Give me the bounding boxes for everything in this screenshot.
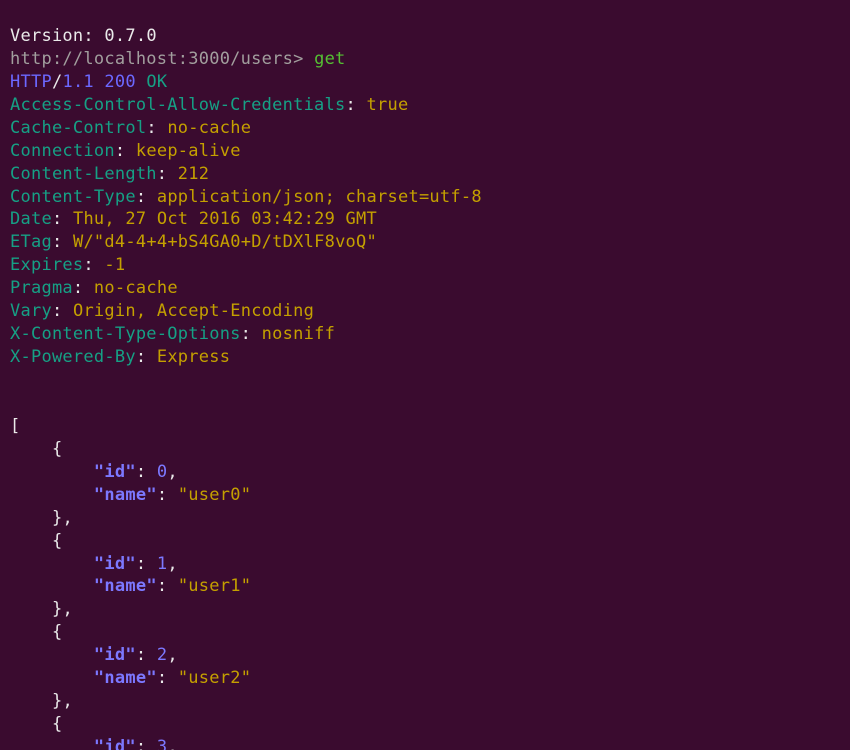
h11-value: Express: [157, 347, 230, 367]
line-h9: Vary: Origin, Accept-Encoding: [10, 301, 314, 321]
status-slash: /: [52, 72, 63, 92]
h2-name: Connection: [10, 141, 115, 161]
status-code: 200: [104, 72, 135, 92]
h8-value: no-cache: [94, 278, 178, 298]
brace-close: }: [52, 508, 63, 528]
key-name: "name": [94, 485, 157, 505]
status-proto: HTTP: [10, 72, 52, 92]
h6-name: ETag: [10, 232, 52, 252]
json-open-bracket: [: [10, 416, 21, 436]
brace-open: {: [52, 439, 63, 459]
h4-value: application/json; charset=utf-8: [157, 187, 482, 207]
blank-line: [10, 370, 21, 390]
json-item-0: { "id": 0, "name": "user0" },: [10, 439, 251, 528]
line-h10: X-Content-Type-Options: nosniff: [10, 324, 335, 344]
prompt-command: get: [314, 49, 345, 69]
line-h11: X-Powered-By: Express: [10, 347, 230, 367]
id-2: 2: [157, 645, 168, 665]
h2-value: keep-alive: [136, 141, 241, 161]
terminal-output[interactable]: Version: 0.7.0 http://localhost:3000/use…: [0, 0, 850, 750]
json-item-2: { "id": 2, "name": "user2" },: [10, 622, 251, 711]
json-item-1: { "id": 1, "name": "user1" },: [10, 531, 251, 620]
key-id: "id": [94, 462, 136, 482]
name-1: "user1": [178, 576, 251, 596]
h7-name: Expires: [10, 255, 83, 275]
h0-name: Access-Control-Allow-Credentials: [10, 95, 346, 115]
h3-name: Content-Length: [10, 164, 157, 184]
h1-value: no-cache: [167, 118, 251, 138]
h9-name: Vary: [10, 301, 52, 321]
line-h1: Cache-Control: no-cache: [10, 118, 251, 138]
status-text: OK: [146, 72, 167, 92]
line-h2: Connection: keep-alive: [10, 141, 241, 161]
h1-name: Cache-Control: [10, 118, 146, 138]
h7-value: -1: [104, 255, 125, 275]
line-h7: Expires: -1: [10, 255, 125, 275]
version-label: Version:: [10, 26, 104, 46]
h4-name: Content-Type: [10, 187, 136, 207]
h0-value: true: [367, 95, 409, 115]
h5-name: Date: [10, 209, 52, 229]
line-version: Version: 0.7.0: [10, 26, 157, 46]
blank-line: [10, 393, 21, 413]
line-h8: Pragma: no-cache: [10, 278, 178, 298]
h11-name: X-Powered-By: [10, 347, 136, 367]
line-h0: Access-Control-Allow-Credentials: true: [10, 95, 408, 115]
line-status: HTTP/1.1 200 OK: [10, 72, 167, 92]
h10-value: nosniff: [262, 324, 335, 344]
id-0: 0: [157, 462, 168, 482]
json-item-3: { "id": 3,: [10, 714, 178, 750]
line-h3: Content-Length: 212: [10, 164, 209, 184]
status-version: 1.1: [62, 72, 93, 92]
line-h5: Date: Thu, 27 Oct 2016 03:42:29 GMT: [10, 209, 377, 229]
h9-value: Origin, Accept-Encoding: [73, 301, 314, 321]
line-h4: Content-Type: application/json; charset=…: [10, 187, 482, 207]
prompt-url: http://localhost:3000/users: [10, 49, 293, 69]
line-prompt: http://localhost:3000/users> get: [10, 49, 346, 69]
colon: :: [346, 95, 357, 115]
id-1: 1: [157, 554, 168, 574]
h10-name: X-Content-Type-Options: [10, 324, 241, 344]
h8-name: Pragma: [10, 278, 73, 298]
h3-value: 212: [178, 164, 209, 184]
name-0: "user0": [178, 485, 251, 505]
name-2: "user2": [178, 668, 251, 688]
id-3: 3: [157, 737, 168, 750]
h6-value: W/"d4-4+4+bS4GA0+D/tDXlF8voQ": [73, 232, 377, 252]
h5-value: Thu, 27 Oct 2016 03:42:29 GMT: [73, 209, 377, 229]
version-value: 0.7.0: [104, 26, 156, 46]
prompt-arrow: >: [293, 49, 314, 69]
line-h6: ETag: W/"d4-4+4+bS4GA0+D/tDXlF8voQ": [10, 232, 377, 252]
